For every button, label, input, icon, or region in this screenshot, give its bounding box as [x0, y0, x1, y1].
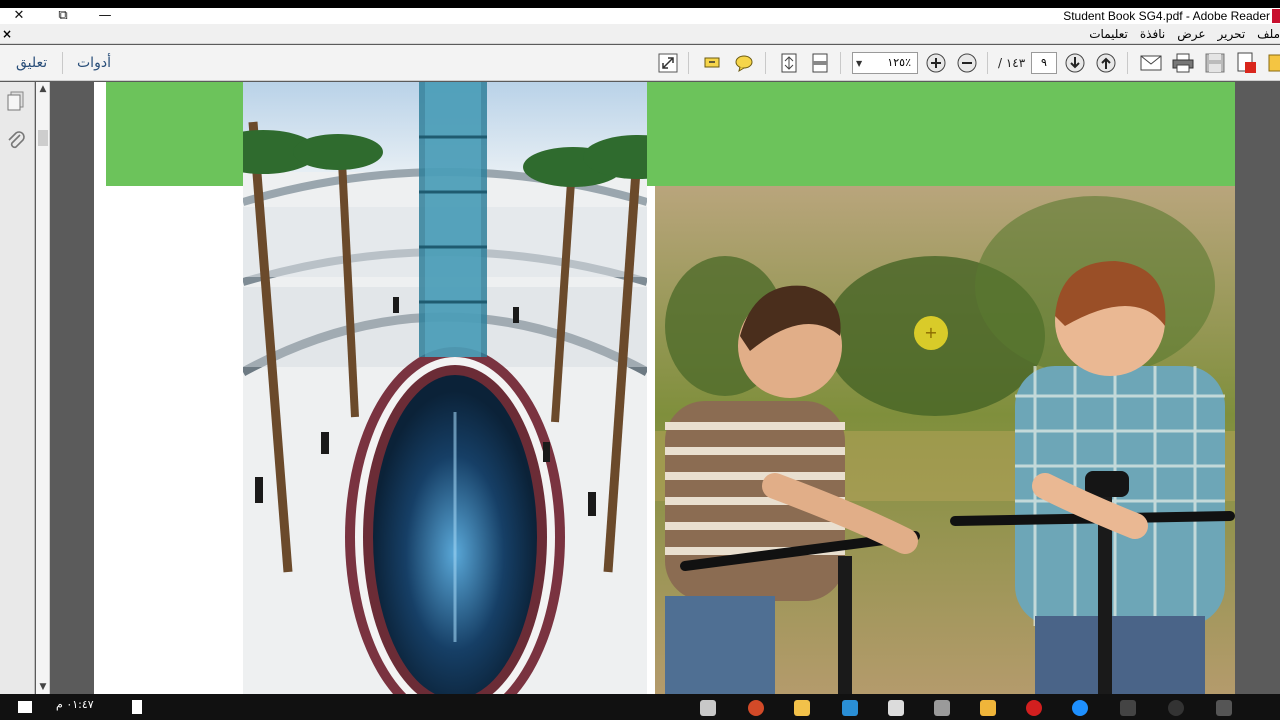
taskbar-app-search-icon[interactable] [1168, 700, 1184, 716]
navigation-panel [0, 82, 35, 694]
green-banner-left [106, 82, 244, 186]
zoom-out-icon[interactable] [956, 52, 978, 74]
tools-pane-link[interactable]: أدوات [77, 45, 111, 81]
top-edge [0, 0, 1280, 8]
toolbar-divider [62, 52, 63, 74]
restore-window-icon[interactable]: ⧉ [52, 8, 74, 24]
adobe-reader-window: ✕ ⧉ — Student Book SG4.pdf - Adobe Reade… [0, 0, 1280, 720]
taskbar: ٠١:٤٧ م [0, 694, 1280, 720]
previous-page-icon[interactable] [1095, 52, 1117, 74]
toolbar-divider [840, 52, 841, 74]
taskbar-app-notes-icon[interactable] [980, 700, 996, 716]
page-thumbnails-icon[interactable] [5, 90, 27, 112]
toolbar-divider [1127, 52, 1128, 74]
close-window-icon[interactable]: ✕ [8, 8, 30, 24]
start-menu-icon[interactable] [18, 701, 32, 713]
print-icon[interactable] [1172, 52, 1194, 74]
scroll-down-arrow-icon[interactable]: ▼ [36, 680, 50, 694]
taskbar-app-chrome-icon[interactable] [748, 700, 764, 716]
taskbar-app-generic-icon[interactable] [888, 700, 904, 716]
menu-view[interactable]: عرض [1177, 24, 1205, 44]
page-total: / ١٤٣ [998, 56, 1026, 70]
toolbar-divider [765, 52, 766, 74]
pointer-cursor-highlight [914, 316, 948, 350]
taskbar-app-folder-icon[interactable] [794, 700, 810, 716]
share-files-icon[interactable] [1264, 52, 1280, 74]
menu-edit[interactable]: تحرير [1218, 24, 1246, 44]
email-icon[interactable] [1140, 52, 1162, 74]
scroll-up-arrow-icon[interactable]: ▲ [36, 82, 50, 96]
taskbar-clock: ٠١:٤٧ م [56, 698, 94, 711]
boys-on-bicycles-photo [655, 186, 1235, 694]
page-number-field[interactable]: ٩ [1031, 52, 1057, 74]
taskbar-app-edge-icon[interactable] [842, 700, 858, 716]
taskbar-app-file-icon[interactable] [700, 700, 716, 716]
menu-items: ملف تحرير عرض نافذة تعليمات [1089, 24, 1280, 44]
fit-page-icon[interactable] [778, 52, 800, 74]
toolbar-divider [987, 52, 988, 74]
zoom-in-icon[interactable] [925, 52, 947, 74]
window-title: Student Book SG4.pdf - Adobe Reader [1063, 9, 1270, 23]
scroll-thumb[interactable] [38, 130, 48, 146]
comment-pane-link[interactable]: تعليق [16, 45, 47, 81]
mall-atrium-photo [243, 82, 647, 694]
taskbar-app-menu-icon[interactable] [1120, 700, 1136, 716]
taskbar-app-window-icon[interactable] [1216, 700, 1232, 716]
title-bar: ✕ ⧉ — Student Book SG4.pdf - Adobe Reade… [0, 8, 1280, 24]
pdf-page [94, 82, 1235, 694]
adobe-reader-logo-icon [1272, 9, 1280, 23]
highlight-text-icon[interactable] [702, 52, 724, 74]
sticky-note-icon[interactable] [733, 52, 755, 74]
menu-file[interactable]: ملف [1257, 24, 1280, 44]
green-banner-right [647, 82, 1235, 186]
next-page-icon[interactable] [1064, 52, 1086, 74]
taskbar-app-browser-icon[interactable] [1072, 700, 1088, 716]
save-icon[interactable] [1204, 52, 1226, 74]
zoom-dropdown-chevron-icon[interactable]: ▼ [856, 59, 862, 68]
menu-help[interactable]: تعليمات [1089, 24, 1128, 44]
toolbar: تعليق أدوات ١٢٥٪ ▼ / ١٤٣ ٩ [0, 45, 1280, 81]
close-document-button[interactable]: × [2, 24, 12, 44]
fullscreen-icon[interactable] [657, 52, 679, 74]
taskbar-app-store-icon[interactable] [934, 700, 950, 716]
taskbar-app-opera-icon[interactable] [1026, 700, 1042, 716]
menu-bar: × ملف تحرير عرض نافذة تعليمات [0, 24, 1280, 44]
vertical-scrollbar[interactable]: ▲ ▼ [36, 82, 50, 694]
menu-window[interactable]: نافذة [1140, 24, 1165, 44]
taskbar-search-icon[interactable] [132, 700, 142, 714]
create-pdf-icon[interactable] [1235, 52, 1257, 74]
toolbar-divider [688, 52, 689, 74]
minimize-window-icon[interactable]: — [94, 8, 116, 24]
attachments-paperclip-icon[interactable] [5, 130, 27, 152]
fit-width-icon[interactable] [809, 52, 831, 74]
